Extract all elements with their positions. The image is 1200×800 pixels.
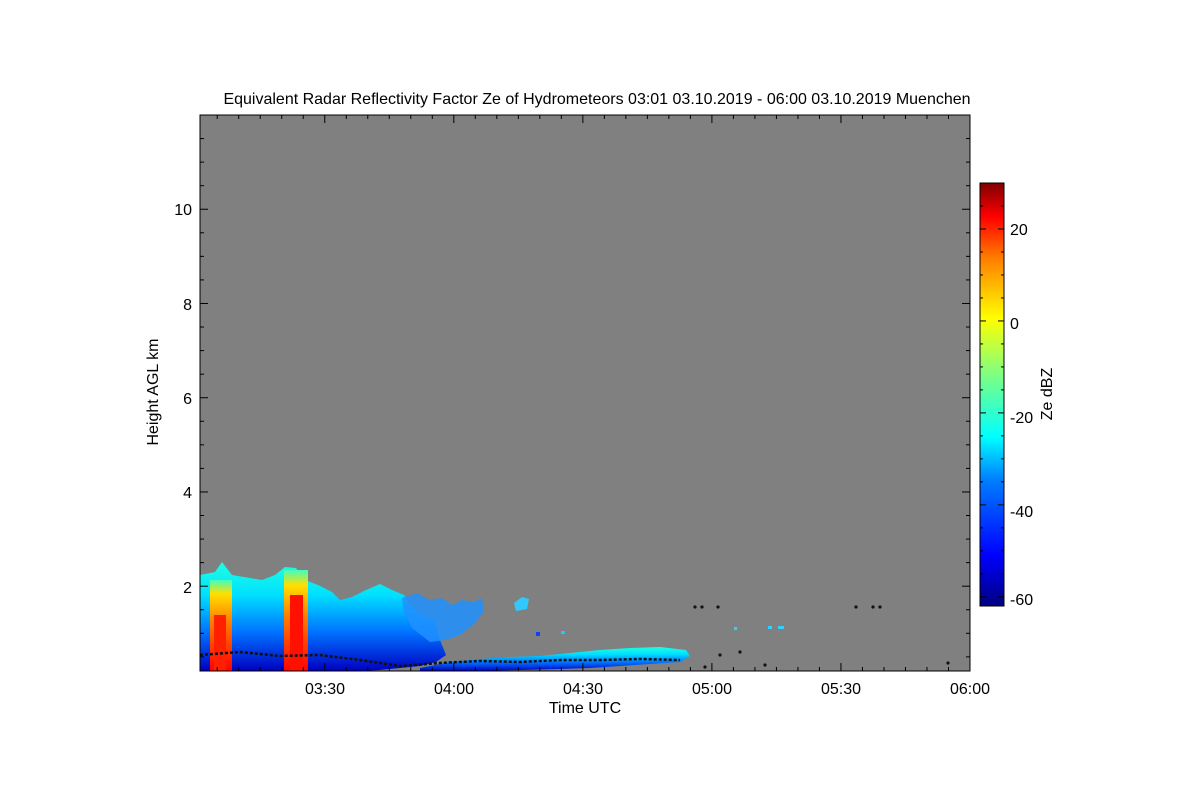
colorbar: -60 -40 -20 0 20 Ze dBZ xyxy=(979,182,1056,609)
colorbar-gradient xyxy=(979,182,1005,607)
y-axis-label: Height AGL km xyxy=(145,338,162,445)
echo-region xyxy=(763,663,767,667)
echo-region xyxy=(778,626,784,629)
x-axis-label: Time UTC xyxy=(549,700,621,717)
x-tick-label: 05:30 xyxy=(821,681,861,698)
echo-region xyxy=(703,665,707,669)
echo-region xyxy=(700,605,704,609)
x-axis: 03:30 04:00 04:30 05:00 05:30 06:00 Time… xyxy=(305,681,990,717)
chart-title: Equivalent Radar Reflectivity Factor Ze … xyxy=(223,91,970,108)
y-axis: 2 4 6 8 10 Height AGL km xyxy=(145,202,192,597)
echo-region xyxy=(878,605,882,609)
colorbar-tick-label: -40 xyxy=(1010,504,1033,521)
y-tick-label: 10 xyxy=(174,202,192,219)
y-tick-label: 2 xyxy=(183,580,192,597)
x-tick-label: 04:00 xyxy=(434,681,474,698)
y-tick-label: 8 xyxy=(183,297,192,314)
x-tick-label: 03:30 xyxy=(305,681,345,698)
echo-region xyxy=(536,632,540,636)
x-tick-label: 06:00 xyxy=(950,681,990,698)
echo-region xyxy=(214,615,226,671)
echo-region xyxy=(871,605,875,609)
echo-region xyxy=(946,661,950,665)
colorbar-tick-label: -60 xyxy=(1010,592,1033,609)
x-tick-label: 04:30 xyxy=(563,681,603,698)
echo-region xyxy=(768,626,772,629)
y-tick-label: 6 xyxy=(183,391,192,408)
colorbar-tick-label: -20 xyxy=(1010,410,1033,427)
echo-region xyxy=(854,605,858,609)
radar-reflectivity-chart: Equivalent Radar Reflectivity Factor Ze … xyxy=(145,91,1056,717)
y-tick-label: 4 xyxy=(183,485,192,502)
echo-region xyxy=(738,650,742,654)
echo-region xyxy=(561,631,565,634)
colorbar-label: Ze dBZ xyxy=(1039,368,1056,421)
echo-region xyxy=(716,605,720,609)
colorbar-tick-label: 0 xyxy=(1010,316,1019,333)
echo-region xyxy=(734,627,737,630)
echo-region xyxy=(290,595,303,671)
colorbar-tick-label: 20 xyxy=(1010,222,1028,239)
echo-region xyxy=(718,653,722,657)
echo-region xyxy=(693,605,697,609)
x-tick-label: 05:00 xyxy=(692,681,732,698)
